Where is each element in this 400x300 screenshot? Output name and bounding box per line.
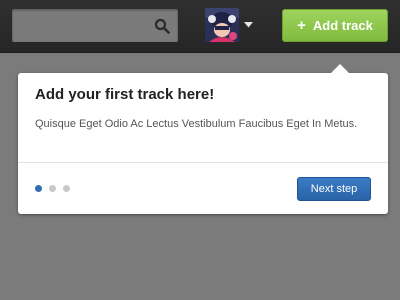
top-bar: + Add track	[0, 0, 400, 53]
step-dot-active[interactable]	[35, 185, 42, 192]
popover-arrow	[331, 64, 349, 73]
add-track-button[interactable]: + Add track	[282, 9, 388, 42]
onboarding-popover: Add your first track here! Quisque Eget …	[18, 64, 388, 214]
next-step-button[interactable]: Next step	[297, 177, 371, 201]
popover-body: Quisque Eget Odio Ac Lectus Vestibulum F…	[35, 118, 358, 130]
search-box[interactable]	[12, 9, 178, 42]
divider	[18, 162, 388, 163]
popover-title: Add your first track here!	[35, 86, 215, 103]
search-icon[interactable]	[154, 18, 170, 34]
caret-down-icon[interactable]	[244, 22, 253, 28]
step-indicator	[35, 185, 70, 192]
search-input[interactable]	[12, 9, 168, 42]
step-dot[interactable]	[49, 185, 56, 192]
plus-icon: +	[297, 17, 306, 34]
add-track-label: Add track	[312, 18, 373, 33]
step-dot[interactable]	[63, 185, 70, 192]
avatar[interactable]	[205, 8, 239, 42]
